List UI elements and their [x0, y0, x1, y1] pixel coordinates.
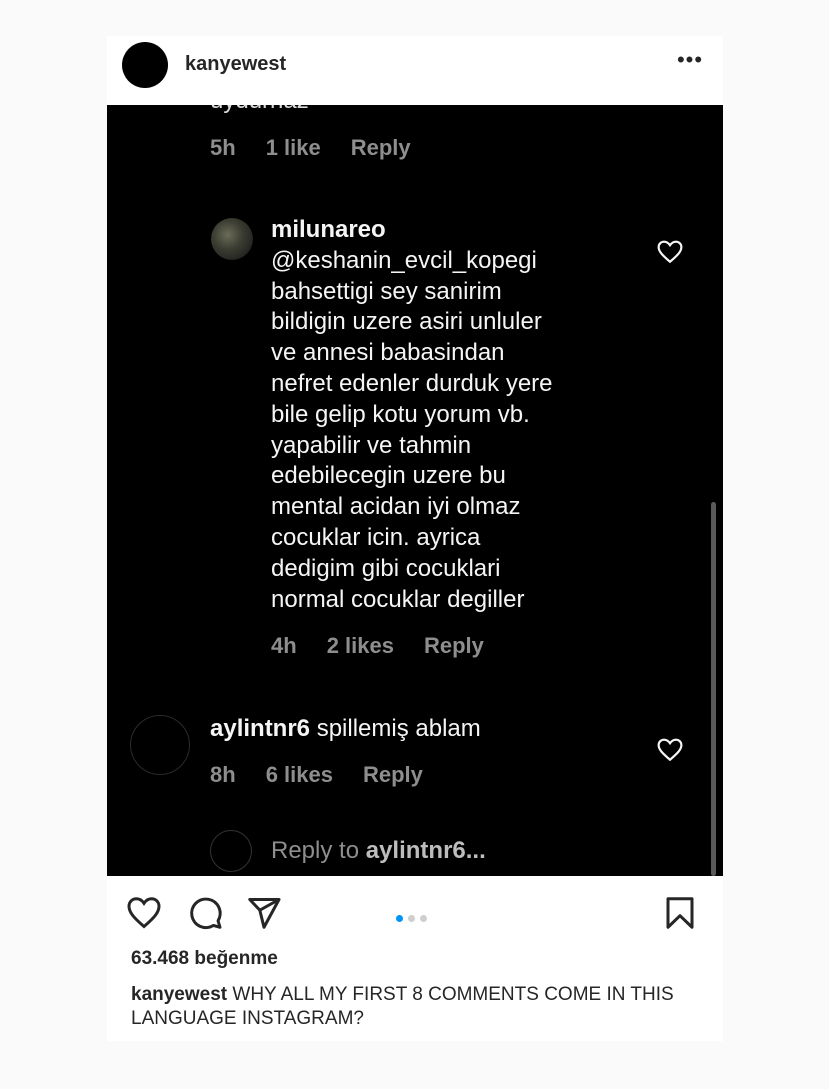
reply-button[interactable]: Reply [363, 762, 423, 787]
reply-meta: 4h 2 likes Reply [271, 633, 514, 659]
comment-screenshot: uydurnaz 5h 1 like Reply milunareo @keshan… [107, 105, 723, 876]
comment-username[interactable]: aylintnr6 [210, 715, 310, 742]
post-actions [107, 891, 723, 935]
reply-input-target: aylintnr6... [365, 837, 486, 864]
comment-likes[interactable]: 6 likes [266, 762, 333, 787]
reply-text: @keshanin_evcil_kopegi bahsettigi sey sa… [271, 246, 553, 613]
reply-button[interactable]: Reply [424, 633, 484, 658]
caption: kanyewest WHY ALL MY FIRST 8 COMMENTS CO… [131, 983, 701, 1031]
reply-avatar[interactable] [211, 218, 253, 260]
comment: aylintnr6 spillemiş ablam [210, 715, 481, 743]
comment-icon[interactable] [187, 895, 223, 931]
heart-icon[interactable] [126, 895, 162, 931]
reply-comment: milunareo @keshanin_evcil_kopegi bahsett… [271, 215, 631, 615]
comment-avatar[interactable] [130, 715, 190, 775]
post-header: kanyewest ••• [107, 36, 723, 105]
comment-time: 5h [210, 135, 236, 160]
instagram-post: kanyewest ••• uydurnaz 5h 1 like Reply mil… [107, 36, 723, 1041]
heart-icon[interactable] [657, 240, 683, 264]
reply-username[interactable]: milunareo [271, 215, 631, 246]
carousel-dot-active [396, 915, 403, 922]
reply-input-prefix: Reply to [271, 837, 366, 864]
comment-likes[interactable]: 1 like [266, 135, 321, 160]
caption-username[interactable]: kanyewest [131, 984, 227, 1005]
comment-meta: 8h 6 likes Reply [210, 762, 453, 788]
input-avatar [210, 830, 252, 872]
bookmark-icon[interactable] [662, 895, 698, 931]
comment-time: 8h [210, 762, 236, 787]
reply-input[interactable]: Reply to aylintnr6... [271, 837, 486, 865]
reply-button[interactable]: Reply [351, 135, 411, 160]
carousel-dot [420, 915, 427, 922]
heart-icon[interactable] [657, 738, 683, 762]
clipped-comment-text: uydurnaz [210, 105, 309, 115]
share-icon[interactable] [246, 895, 282, 931]
reply-time: 4h [271, 633, 297, 658]
carousel-indicator [396, 909, 432, 927]
carousel-dot [408, 915, 415, 922]
likes-count[interactable]: 63.468 beğenme [131, 948, 278, 970]
ellipsis-icon[interactable]: ••• [675, 49, 705, 78]
profile-avatar[interactable] [122, 42, 168, 88]
reply-likes[interactable]: 2 likes [327, 633, 394, 658]
comment-meta: 5h 1 like Reply [210, 135, 441, 161]
post-username[interactable]: kanyewest [185, 53, 286, 76]
scrollbar[interactable] [711, 502, 716, 876]
comment-text: spillemiş ablam [316, 715, 481, 742]
